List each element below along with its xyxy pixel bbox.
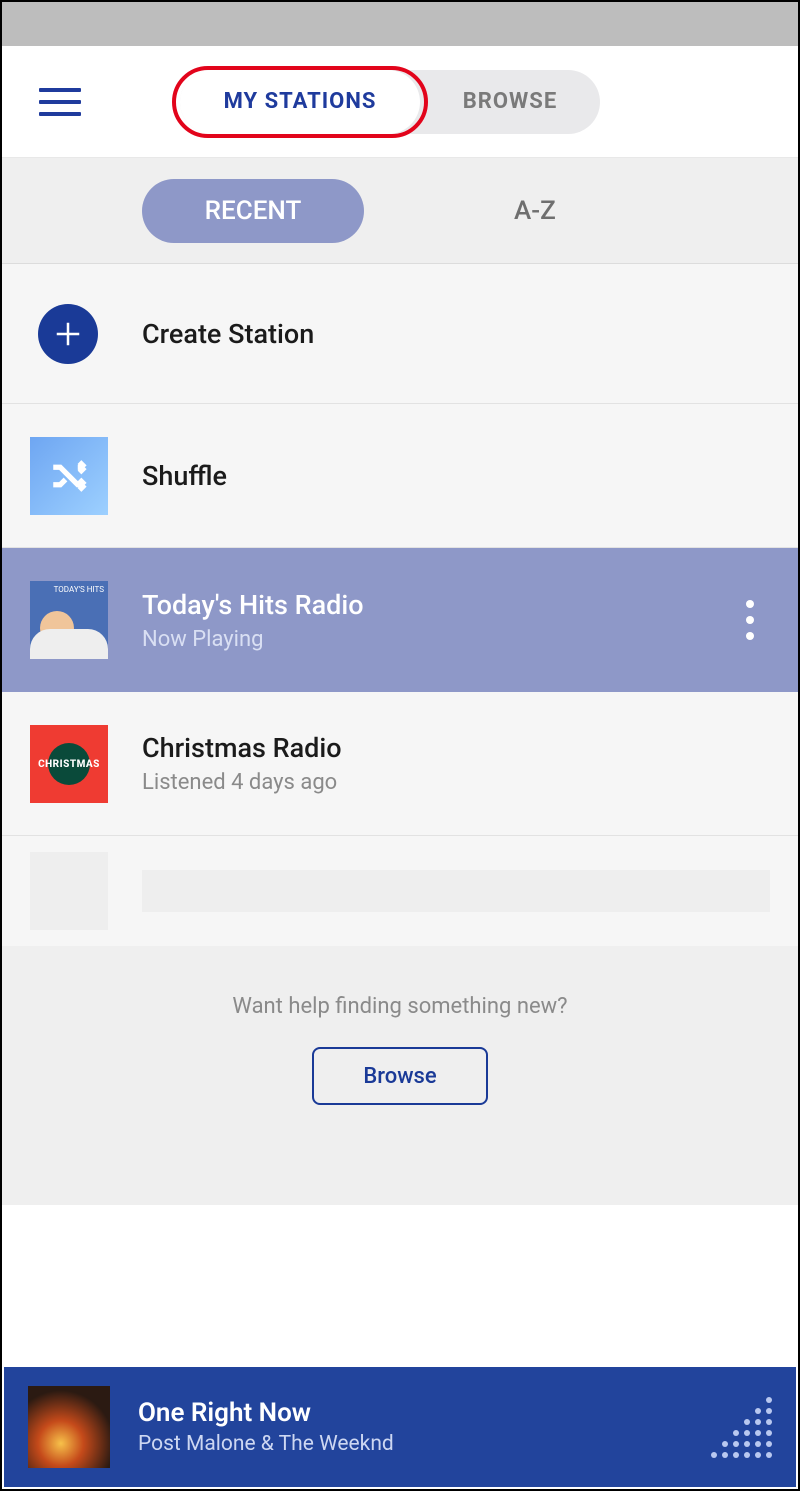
artwork-badge: CHRISTMAS [30, 759, 108, 770]
station-artwork: CHRISTMAS [30, 725, 108, 803]
sort-row: RECENT A-Z [2, 158, 798, 264]
placeholder-text [142, 870, 770, 912]
placeholder-thumb [30, 852, 108, 930]
more-icon[interactable] [730, 600, 770, 640]
station-text: Today's Hits Radio Now Playing [142, 589, 364, 652]
now-playing-bar[interactable]: One Right Now Post Malone & The Weeknd [4, 1367, 796, 1487]
help-prompt: Want help finding something new? [2, 994, 798, 1019]
tab-my-stations[interactable]: MY STATIONS [180, 70, 420, 134]
station-title: Christmas Radio [142, 732, 342, 764]
sort-recent[interactable]: RECENT [142, 179, 364, 243]
station-artwork: TODAY'S HITS [30, 581, 108, 659]
station-row-christmas[interactable]: CHRISTMAS Christmas Radio Listened 4 day… [2, 692, 798, 836]
top-tabs: MY STATIONS BROWSE [180, 70, 600, 134]
artwork-badge: TODAY'S HITS [54, 585, 104, 594]
shuffle-icon [30, 437, 108, 515]
station-subtitle: Now Playing [142, 627, 364, 652]
now-playing-text: One Right Now Post Malone & The Weeknd [138, 1398, 394, 1456]
now-playing-title: One Right Now [138, 1398, 394, 1428]
equalizer-icon[interactable] [711, 1397, 772, 1458]
now-playing-artwork [28, 1386, 110, 1468]
station-row-todays-hits[interactable]: TODAY'S HITS Today's Hits Radio Now Play… [2, 548, 798, 692]
create-station-label: Create Station [142, 318, 314, 350]
tab-browse[interactable]: BROWSE [420, 70, 600, 134]
menu-icon[interactable] [30, 72, 90, 132]
loading-placeholder-row [2, 836, 798, 946]
shuffle-row[interactable]: Shuffle [2, 404, 798, 548]
station-text: Christmas Radio Listened 4 days ago [142, 732, 342, 795]
browse-button[interactable]: Browse [312, 1047, 488, 1105]
help-section: Want help finding something new? Browse [2, 946, 798, 1205]
plus-icon [38, 304, 98, 364]
station-subtitle: Listened 4 days ago [142, 770, 342, 795]
header: MY STATIONS BROWSE [2, 46, 798, 158]
app-frame: MY STATIONS BROWSE RECENT A-Z Create Sta… [0, 0, 800, 1491]
shuffle-label: Shuffle [142, 460, 227, 492]
station-title: Today's Hits Radio [142, 589, 364, 621]
status-bar [2, 2, 798, 46]
tab-pill: MY STATIONS BROWSE [180, 70, 600, 134]
create-station-row[interactable]: Create Station [2, 264, 798, 404]
sort-az[interactable]: A-Z [514, 196, 556, 226]
now-playing-artist: Post Malone & The Weeknd [138, 1432, 394, 1456]
